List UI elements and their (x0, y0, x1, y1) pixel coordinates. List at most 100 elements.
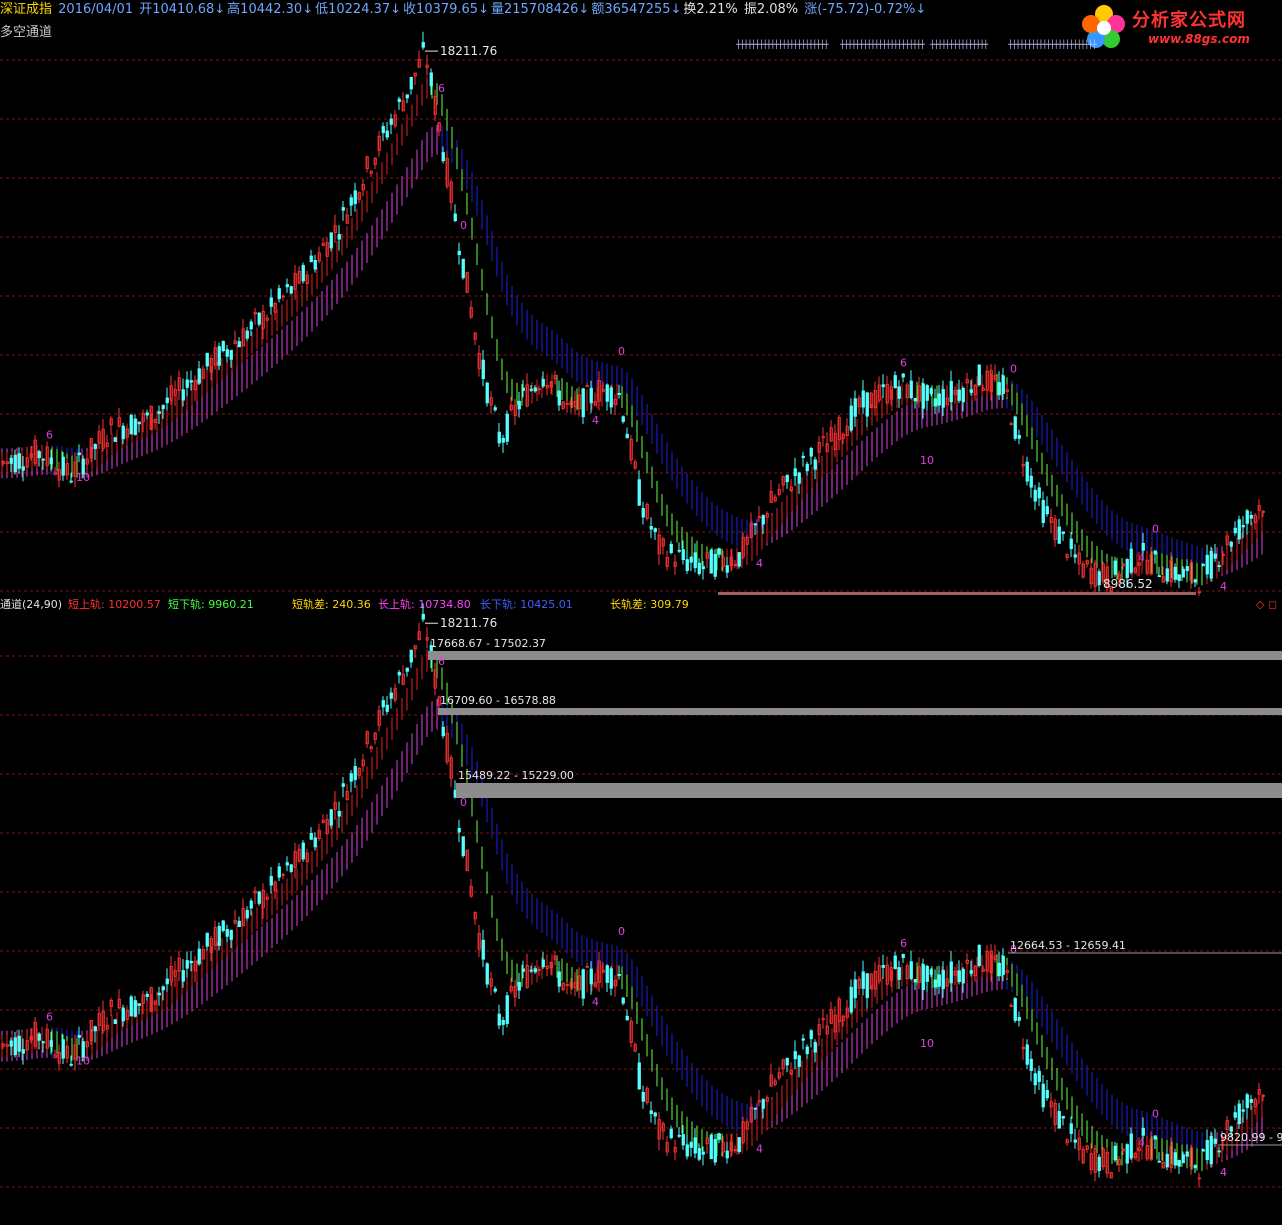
candle-body (77, 1035, 81, 1038)
candle-body (1001, 955, 1005, 975)
candle-body (13, 454, 17, 473)
candle-body (349, 773, 353, 782)
candle-body (581, 969, 585, 999)
count-label: 0 (1152, 1107, 1159, 1120)
candle-body (921, 383, 925, 409)
candle-body (1165, 1153, 1169, 1168)
candle-body (617, 974, 621, 976)
trough-label: 8986.52 (1103, 577, 1153, 591)
candle-body (1045, 506, 1049, 515)
candle-body (353, 190, 357, 205)
count-label: 10 (920, 1037, 934, 1050)
candle-body (517, 400, 521, 410)
candle-body (277, 866, 281, 878)
candle-body (385, 130, 389, 138)
count-label: 6 (900, 357, 907, 370)
count-label: 6 (46, 428, 53, 441)
candle-body (557, 971, 561, 987)
candle-body (1233, 527, 1237, 534)
candle-body (1181, 1154, 1185, 1164)
candle-body (901, 953, 905, 958)
candle-body (709, 549, 713, 574)
candle-body (1237, 1103, 1241, 1125)
candle-body (529, 969, 533, 972)
candle-body (505, 995, 509, 1024)
candle-body (93, 443, 97, 449)
candle-body (1029, 475, 1033, 488)
candle-body (189, 380, 193, 383)
candle-body (221, 920, 225, 931)
candle-body (801, 1038, 805, 1041)
candle-body (681, 549, 685, 561)
candle-body (61, 456, 65, 476)
candle-body (289, 286, 293, 294)
candle-body (1209, 551, 1213, 579)
candle-body (421, 42, 425, 48)
candle-body (37, 451, 41, 459)
candle-body (313, 259, 317, 270)
candle-body (337, 810, 341, 817)
candle-body (9, 1040, 13, 1047)
candle-body (681, 1134, 685, 1146)
candle-body (581, 388, 585, 418)
candle-body (617, 393, 621, 395)
candle-body (1241, 1109, 1245, 1112)
candle-body (421, 613, 425, 620)
candle-body (37, 1033, 41, 1041)
candle-body (925, 965, 929, 982)
candle-body (493, 988, 497, 992)
candle-body (505, 413, 509, 442)
count-label: 6 (438, 82, 445, 95)
candle-body (1113, 1145, 1117, 1161)
candle-body (1201, 563, 1205, 567)
candle-body (165, 978, 169, 985)
candle-body (77, 452, 81, 456)
candle-body (785, 1057, 789, 1066)
candle-body (1073, 554, 1077, 558)
count-label: 0 (1152, 523, 1159, 536)
candle-body (185, 379, 189, 388)
price-zone-bar (438, 708, 1282, 715)
candle-body (725, 565, 729, 573)
candle-body (609, 387, 613, 408)
candle-body (269, 875, 273, 886)
candle-body (637, 1062, 641, 1090)
candle-body (225, 929, 229, 937)
candle-body (913, 397, 917, 402)
candle-body (521, 387, 525, 391)
candle-body (49, 1040, 53, 1047)
main-price-chart[interactable]: 18211.76 6 10 6 0 0 4 4 6 10 0 0 4 4 8986.52 (0, 0, 1282, 596)
channel-chart[interactable]: 17668.67 - 17502.37 16709.60 - 16578.88 15… (0, 596, 1282, 1225)
candle-body (941, 969, 945, 989)
candle-body (161, 986, 165, 991)
candle-body (17, 453, 21, 469)
candle-body (1177, 1160, 1181, 1167)
candle-body (133, 1000, 137, 1017)
candle-body (1245, 510, 1249, 524)
candle-body (913, 978, 917, 983)
candle-body (589, 387, 593, 404)
candle-body (893, 955, 897, 969)
candle-body (813, 1042, 817, 1053)
peak-label: 18211.76 (440, 616, 497, 630)
candle-body (949, 380, 953, 403)
candle-body (637, 479, 641, 506)
candle-body (621, 416, 625, 422)
candle-body (677, 1134, 681, 1137)
candle-body (713, 554, 717, 577)
candle-body (269, 297, 273, 307)
count-label: 0 (618, 345, 625, 358)
candle-body (797, 472, 801, 484)
candle-body (245, 909, 249, 919)
candle-body (237, 920, 241, 927)
candle-body (1193, 1165, 1197, 1169)
candle-body (405, 667, 409, 672)
candle-body (1249, 514, 1253, 519)
candle-body (381, 126, 385, 134)
candle-body (1013, 416, 1017, 439)
candle-body (1185, 566, 1189, 572)
candle-body (69, 480, 73, 483)
candle-body (1185, 1151, 1189, 1157)
volume-strip (718, 592, 1196, 595)
candle-body (933, 979, 937, 988)
